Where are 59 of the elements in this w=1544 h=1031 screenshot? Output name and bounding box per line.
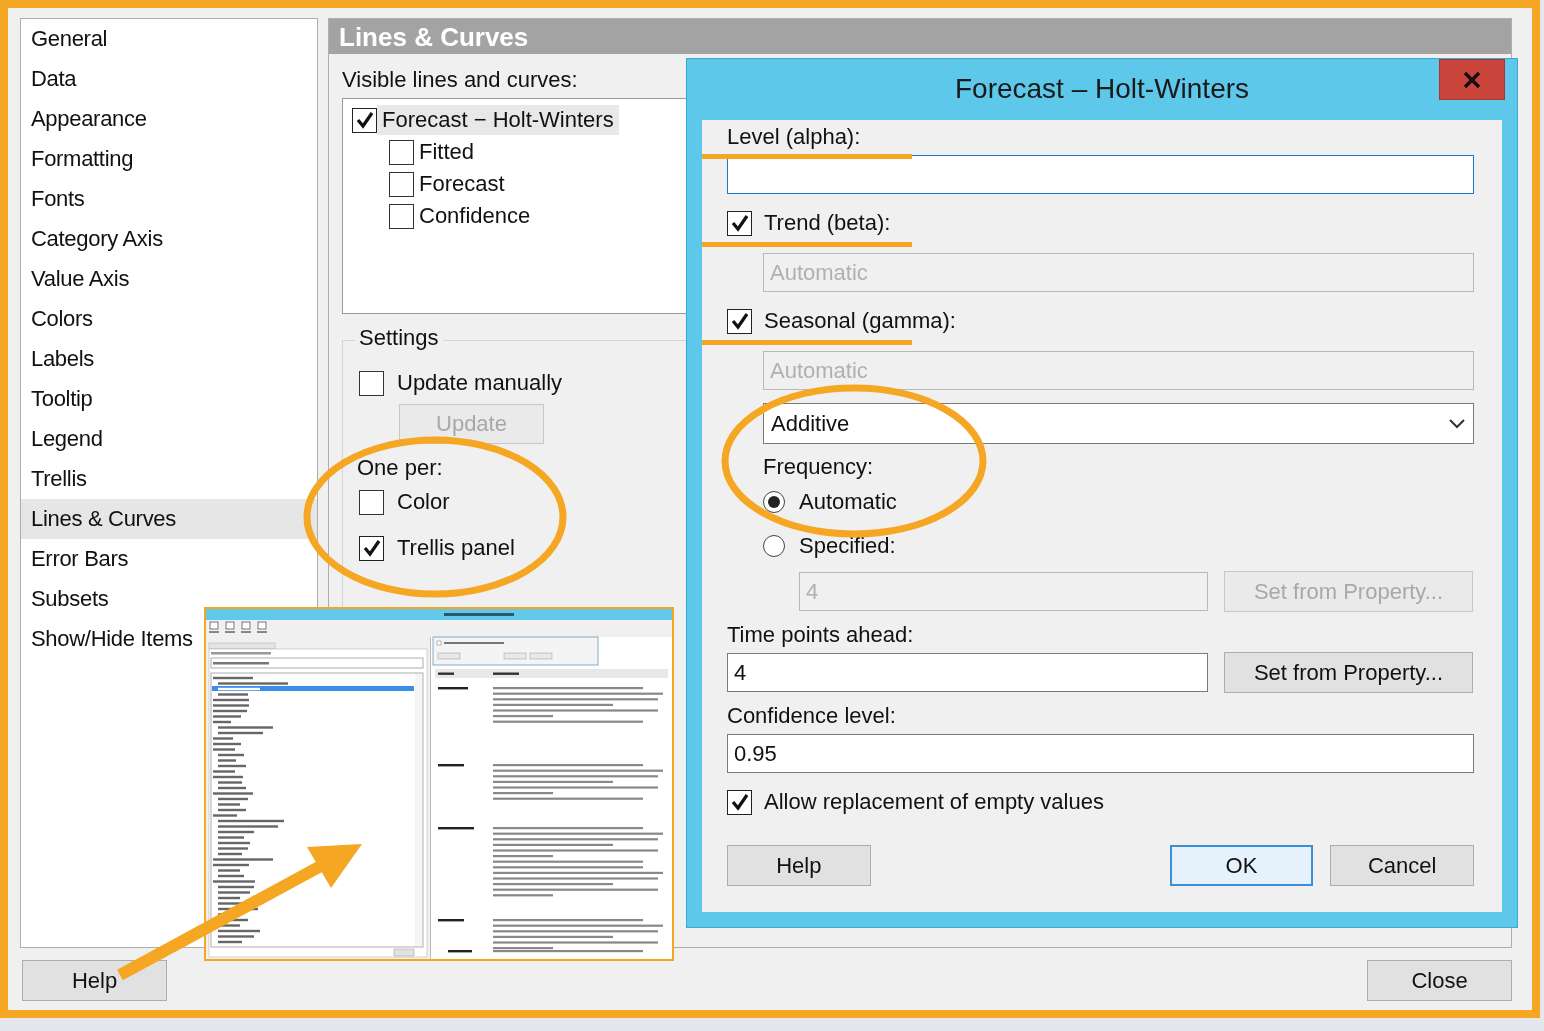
section-label: Visible lines and curves: xyxy=(342,66,578,94)
checkbox[interactable] xyxy=(359,489,384,515)
sidebar-item[interactable]: Category Axis xyxy=(21,219,169,259)
dialog-title: Forecast – Holt-Winters xyxy=(954,73,1250,105)
sidebar-item[interactable]: Trellis xyxy=(21,459,93,499)
checkbox-label: Update manually xyxy=(397,370,563,396)
dialog-button[interactable]: OK xyxy=(1169,845,1314,886)
sidebar-item[interactable]: Error Bars xyxy=(21,539,135,579)
input-field[interactable]: 4 xyxy=(727,653,1208,692)
sidebar-item[interactable]: Value Axis xyxy=(21,259,136,299)
checkbox-label: Trend (beta): xyxy=(764,210,891,236)
sidebar-item[interactable]: Legend xyxy=(21,419,109,459)
sidebar-item[interactable]: Formatting xyxy=(21,139,140,179)
dialog-button[interactable]: Help xyxy=(727,845,871,886)
input-field[interactable]: 0.95 xyxy=(727,734,1474,773)
tree-item[interactable]: Confidence xyxy=(414,201,536,231)
dropdown[interactable]: Additive xyxy=(763,403,1474,444)
sidebar-item[interactable]: General xyxy=(21,19,114,59)
tree-item[interactable]: Forecast xyxy=(414,169,510,199)
checkbox-label: Seasonal (gamma): xyxy=(764,308,956,334)
checkbox[interactable] xyxy=(352,107,377,133)
field-label: Confidence level: xyxy=(727,703,896,729)
tree-item[interactable]: Forecast − Holt-Winters xyxy=(377,105,619,135)
checkbox[interactable] xyxy=(389,203,414,229)
panel-title: Lines & Curves xyxy=(329,19,1511,54)
radio-label: Automatic xyxy=(799,489,897,515)
checkbox[interactable] xyxy=(389,139,414,165)
sidebar-item[interactable]: Tooltip xyxy=(21,379,99,419)
radio-button[interactable] xyxy=(763,535,785,557)
field-label: Level (alpha): xyxy=(727,124,861,150)
field-label: Frequency: xyxy=(763,454,875,480)
checkbox[interactable] xyxy=(389,171,414,197)
sidebar-item[interactable]: Data xyxy=(21,59,83,99)
close-button[interactable] xyxy=(1439,59,1505,100)
set-property-button[interactable]: Set from Property... xyxy=(1224,652,1473,693)
help-button[interactable]: Help xyxy=(22,960,167,1001)
checkbox[interactable] xyxy=(727,789,752,815)
close-icon xyxy=(1463,70,1481,89)
checkbox[interactable] xyxy=(359,535,384,561)
checkbox-label: Allow replacement of empty values xyxy=(764,789,1104,815)
checkbox-label: Color xyxy=(397,489,450,515)
sidebar-item[interactable]: Lines & Curves xyxy=(21,499,317,539)
close-button[interactable]: Close xyxy=(1367,960,1512,1001)
sidebar-item[interactable]: Show/Hide Items xyxy=(21,619,199,659)
group-label: One per: xyxy=(357,454,443,482)
checkbox[interactable] xyxy=(359,370,384,396)
field-label: Time points ahead: xyxy=(727,622,915,648)
sidebar-item[interactable]: Colors xyxy=(21,299,99,339)
input-field[interactable] xyxy=(727,155,1474,194)
radio-label: Specified: xyxy=(799,533,896,559)
chevron-down-icon xyxy=(1449,418,1465,429)
sidebar-item[interactable]: Fonts xyxy=(21,179,91,219)
sidebar-item[interactable]: Subsets xyxy=(21,579,115,619)
sidebar-item[interactable]: Appearance xyxy=(21,99,153,139)
sidebar-item[interactable]: Labels xyxy=(21,339,101,379)
radio-button[interactable] xyxy=(763,491,785,513)
dialog-button[interactable]: Cancel xyxy=(1330,845,1474,886)
checkbox-label: Trellis panel xyxy=(397,535,515,561)
tree-item[interactable]: Fitted xyxy=(414,137,480,167)
